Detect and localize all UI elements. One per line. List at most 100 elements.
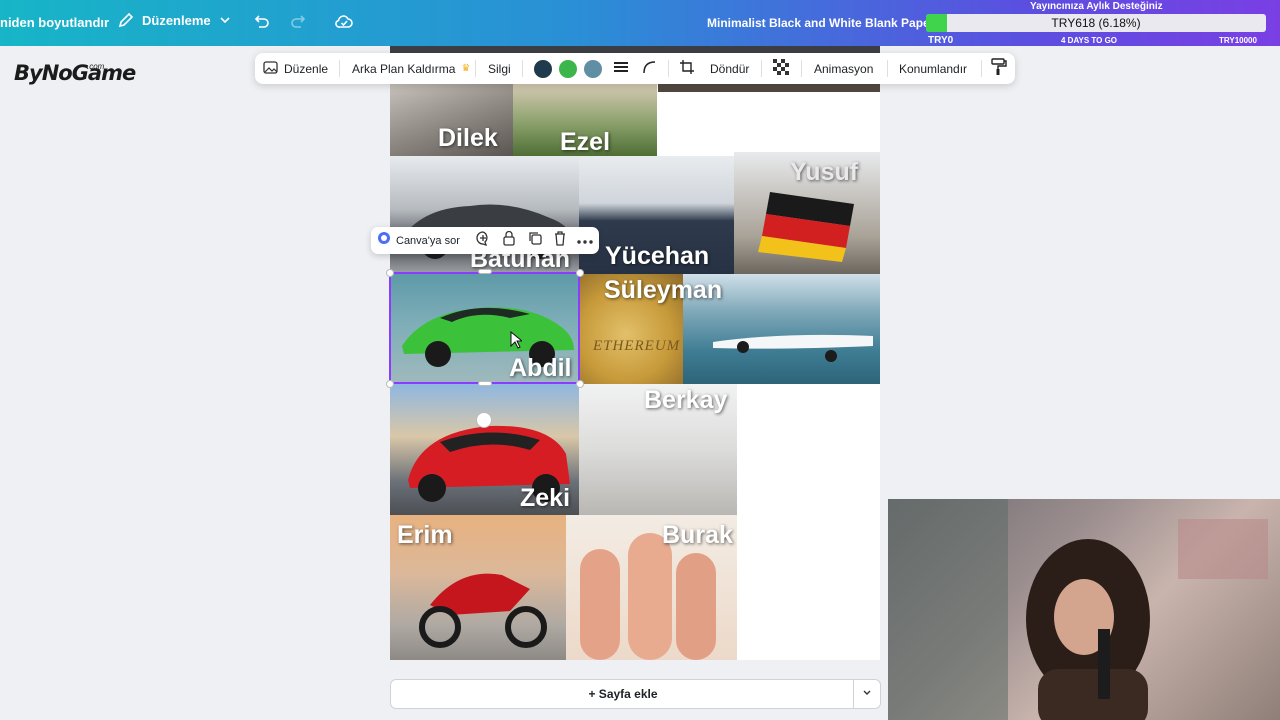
ethereum-coin-text: ETHEREUM xyxy=(593,338,681,354)
eraser-button[interactable]: Silgi xyxy=(488,53,511,84)
image-edit-toolbar: Düzenle Arka Plan Kaldırma ♛ Silgi Döndü… xyxy=(255,53,1015,84)
photo-tile-erim[interactable]: Erim xyxy=(390,515,566,660)
corner-curve-icon xyxy=(641,59,657,78)
webcam-person-illustration xyxy=(888,499,1268,720)
more-options-button[interactable] xyxy=(577,227,593,254)
crop-icon xyxy=(679,59,695,78)
donation-title: Yayıncınıza Aylık Desteğiniz xyxy=(1030,1,1163,12)
toolbar-divider xyxy=(475,60,476,77)
toolbar-divider xyxy=(668,60,669,77)
corner-rounding-button[interactable] xyxy=(641,53,657,84)
donation-min-label: TRY0 xyxy=(928,35,954,46)
animate-label: Animasyon xyxy=(814,61,874,76)
add-page-bar: + Sayfa ekle xyxy=(390,679,881,709)
redo-icon[interactable] xyxy=(290,13,308,31)
donation-max-label: TRY10000 xyxy=(1219,36,1257,45)
image-icon xyxy=(263,60,278,78)
edit-image-label: Düzenle xyxy=(284,61,329,76)
mouse-pointer-icon xyxy=(510,331,522,349)
trash-icon xyxy=(553,230,567,251)
border-lines-icon xyxy=(613,60,629,77)
photo-tile-ezel[interactable]: Ezel xyxy=(513,84,657,156)
resize-handle-top-right[interactable] xyxy=(576,269,584,277)
photo-tile-burak[interactable]: Burak xyxy=(566,515,737,660)
bynogame-logo: ByNoGame xyxy=(14,61,136,85)
background-remover-button[interactable]: Arka Plan Kaldırma ♛ xyxy=(352,53,470,84)
bynogame-logo-suffix: .com xyxy=(87,62,105,71)
resize-handle-top[interactable] xyxy=(478,269,492,274)
tile-label: Zeki xyxy=(520,484,571,512)
tile-label: Dilek xyxy=(438,124,498,152)
rotate-label: Döndür xyxy=(710,61,750,76)
toolbar-divider xyxy=(887,60,888,77)
photo-tile-dilek[interactable]: Dilek xyxy=(390,84,513,156)
ask-canva-button[interactable]: Canva'ya sor xyxy=(377,227,460,254)
photo-tile-berkay[interactable]: Berkay xyxy=(579,384,737,515)
transparency-button[interactable] xyxy=(773,53,789,84)
toolbar-divider xyxy=(981,60,982,77)
copy-style-button[interactable] xyxy=(991,53,1007,84)
animate-button[interactable]: Animasyon xyxy=(814,53,873,84)
position-label: Konumlandır xyxy=(899,61,968,76)
color-swatch-2[interactable] xyxy=(559,60,577,78)
tile-label: Berkay xyxy=(644,386,728,414)
toolbar-divider xyxy=(522,60,523,77)
rotate-button[interactable]: Döndür xyxy=(710,53,749,84)
resize-handle-bottom-left[interactable] xyxy=(386,380,394,388)
resize-handle-bottom[interactable] xyxy=(478,381,492,386)
lock-button[interactable] xyxy=(502,227,516,254)
resize-handle-bottom-right[interactable] xyxy=(576,380,584,388)
top-bar: niden boyutlandır Düzenleme Minimalist B… xyxy=(0,0,1280,46)
border-style-button[interactable] xyxy=(613,53,629,84)
add-page-options-button[interactable] xyxy=(853,680,880,708)
document-title[interactable]: Minimalist Black and White Blank Paper D xyxy=(707,16,929,30)
donation-amount: TRY618 (6.18%) xyxy=(1051,16,1141,30)
donation-days-left: 4 DAYS TO GO xyxy=(1061,36,1118,45)
tile-label: Erim xyxy=(397,521,453,549)
paint-roller-icon xyxy=(991,58,1007,79)
undo-icon[interactable] xyxy=(252,13,270,31)
position-button[interactable]: Konumlandır xyxy=(899,53,967,84)
more-dots-icon xyxy=(577,232,593,250)
tile-label: Yusuf xyxy=(790,158,859,186)
edit-image-button[interactable]: Düzenle xyxy=(263,53,328,84)
edit-mode-button[interactable]: Düzenleme xyxy=(118,12,231,28)
duplicate-button[interactable] xyxy=(527,227,543,254)
background-remover-label: Arka Plan Kaldırma xyxy=(352,61,456,76)
toolbar-divider xyxy=(761,60,762,77)
checkerboard-icon xyxy=(773,59,789,78)
donation-progress-bar: TRY618 (6.18%) xyxy=(926,14,1266,32)
resize-handle-top-left[interactable] xyxy=(386,269,394,277)
color-swatch-1[interactable] xyxy=(534,60,552,78)
comment-button[interactable] xyxy=(475,227,491,254)
photo-tile-yucehan[interactable]: Yücehan xyxy=(579,156,734,274)
cloud-saved-icon[interactable] xyxy=(334,12,354,32)
streamer-webcam xyxy=(888,499,1280,720)
ask-canva-label: Canva'ya sor xyxy=(396,234,460,247)
duplicate-icon xyxy=(527,230,543,251)
photo-tile-zeki[interactable]: Zeki xyxy=(390,384,579,515)
color-swatch-3[interactable] xyxy=(584,60,602,78)
comment-plus-icon xyxy=(475,230,491,251)
eraser-label: Silgi xyxy=(488,61,511,76)
pencil-icon xyxy=(118,12,134,28)
rotate-handle[interactable] xyxy=(476,412,492,428)
selection-frame[interactable] xyxy=(389,272,580,384)
canva-ai-icon xyxy=(377,231,391,250)
element-context-menu: Canva'ya sor xyxy=(371,227,599,254)
resize-button[interactable]: niden boyutlandır xyxy=(0,15,109,30)
photo-tile-yusuf[interactable]: Yusuf xyxy=(734,152,880,274)
edit-mode-label: Düzenleme xyxy=(142,12,211,28)
delete-button[interactable] xyxy=(553,227,567,254)
tile-label-suleyman: Süleyman xyxy=(604,276,723,304)
tile-label: Ezel xyxy=(560,128,611,156)
tile-label: Yücehan xyxy=(605,242,710,270)
toolbar-divider xyxy=(339,60,340,77)
chevron-down-icon xyxy=(219,14,231,26)
chevron-down-icon xyxy=(862,685,872,703)
tile-label: Burak xyxy=(662,521,733,549)
crown-icon: ♛ xyxy=(461,63,471,74)
crop-button[interactable] xyxy=(679,53,695,84)
add-page-button[interactable]: + Sayfa ekle xyxy=(391,680,855,708)
toolbar-divider xyxy=(801,60,802,77)
